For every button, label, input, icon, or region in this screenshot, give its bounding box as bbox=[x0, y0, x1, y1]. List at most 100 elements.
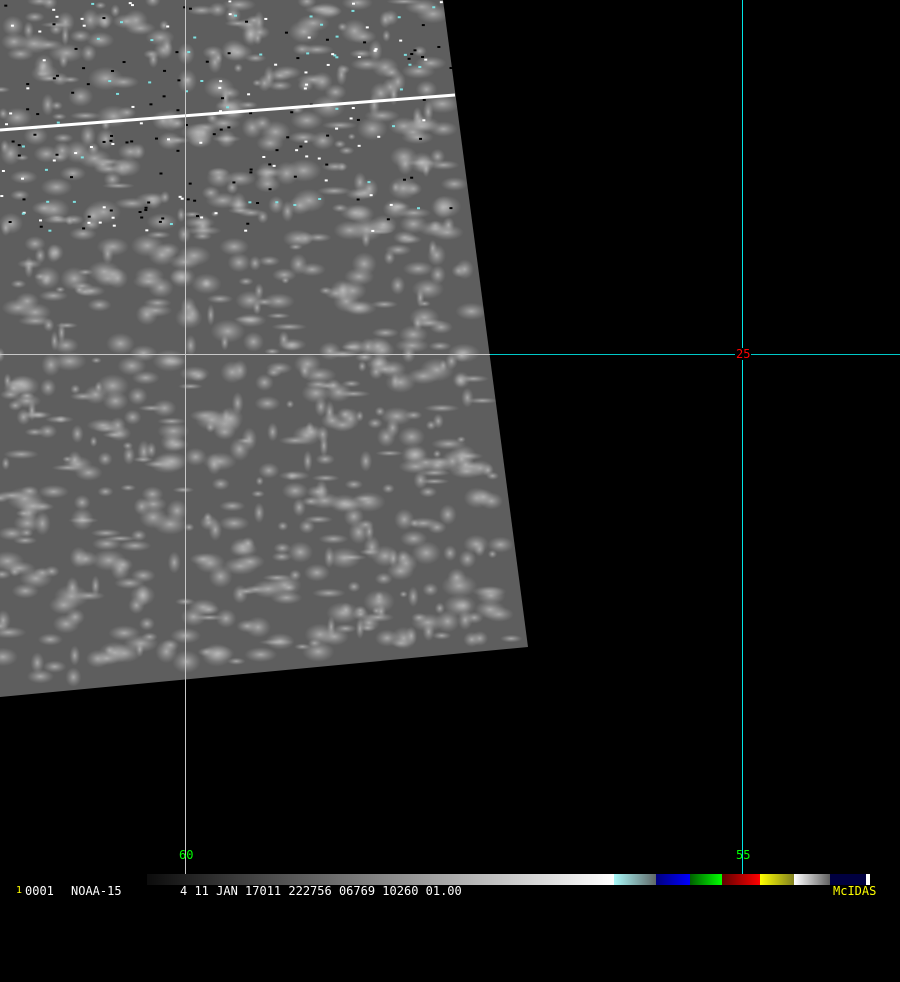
cloud bbox=[24, 11, 45, 23]
cloud bbox=[406, 368, 440, 385]
noise-pixel bbox=[74, 152, 78, 155]
noise-pixel bbox=[403, 53, 407, 56]
cloud bbox=[69, 111, 102, 120]
cloud bbox=[248, 255, 262, 271]
noise-pixel bbox=[244, 229, 248, 232]
cloud bbox=[268, 69, 292, 82]
cloud bbox=[337, 162, 348, 172]
cloud bbox=[10, 189, 30, 201]
noise-pixel bbox=[245, 20, 249, 23]
cloud bbox=[359, 450, 373, 472]
noise-pixel bbox=[39, 225, 43, 228]
noise-pixel bbox=[48, 229, 52, 232]
noise-pixel bbox=[111, 69, 115, 72]
noise-pixel bbox=[317, 157, 321, 160]
cloud bbox=[311, 588, 346, 598]
longitude-label-55: 55 bbox=[736, 848, 751, 862]
cloud bbox=[177, 42, 195, 65]
cloud bbox=[206, 167, 232, 188]
noise-pixel bbox=[10, 24, 14, 27]
cloud bbox=[20, 485, 39, 497]
cloud bbox=[244, 53, 267, 63]
noise-pixel bbox=[422, 98, 426, 101]
noise-pixel bbox=[205, 60, 209, 63]
cloud bbox=[281, 276, 290, 284]
noise-pixel bbox=[304, 71, 308, 74]
cloud bbox=[73, 550, 99, 568]
noise-pixel bbox=[144, 206, 148, 209]
noise-pixel bbox=[87, 215, 91, 218]
noise-pixel bbox=[421, 24, 425, 27]
cloud bbox=[314, 396, 328, 417]
cloud bbox=[315, 453, 335, 465]
noise-pixel bbox=[125, 141, 129, 144]
satellite-name: NOAA-15 bbox=[71, 884, 122, 898]
noise-pixel bbox=[351, 9, 355, 12]
noise-pixel bbox=[36, 113, 40, 116]
cloud bbox=[27, 399, 37, 422]
cloud bbox=[406, 517, 441, 530]
cloud bbox=[225, 6, 242, 25]
cloud bbox=[287, 541, 314, 563]
cloud bbox=[157, 131, 182, 150]
cloud bbox=[325, 378, 341, 392]
cloud bbox=[19, 568, 53, 589]
noise-pixel bbox=[357, 144, 361, 147]
cloud bbox=[24, 427, 45, 437]
cloud bbox=[3, 449, 39, 460]
noise-pixel bbox=[335, 127, 339, 130]
cloud bbox=[10, 170, 38, 184]
cloud bbox=[348, 520, 370, 545]
cloud bbox=[331, 203, 349, 213]
noise-pixel bbox=[249, 171, 253, 174]
noise-pixel bbox=[449, 207, 453, 210]
cloud bbox=[252, 300, 262, 315]
cloud bbox=[71, 424, 84, 444]
cloud bbox=[102, 182, 135, 189]
noise-pixel bbox=[144, 209, 148, 212]
noise-pixel bbox=[218, 86, 222, 89]
noise-pixel bbox=[22, 198, 26, 201]
noise-pixel bbox=[232, 181, 236, 184]
cloud bbox=[135, 303, 158, 326]
noise-pixel bbox=[264, 17, 268, 20]
noise-pixel bbox=[299, 145, 303, 148]
noise-pixel bbox=[272, 164, 276, 167]
noise-pixel bbox=[110, 134, 114, 137]
noise-pixel bbox=[111, 143, 115, 146]
cloud bbox=[241, 536, 255, 550]
cloud bbox=[55, 322, 79, 329]
noise-pixel bbox=[318, 197, 322, 200]
cloud bbox=[418, 486, 438, 498]
latitude-line-25-cyan bbox=[490, 354, 900, 355]
cloud bbox=[303, 563, 330, 582]
cloud bbox=[67, 450, 82, 470]
noise-pixel bbox=[247, 93, 251, 96]
noise-pixel bbox=[195, 215, 199, 218]
cloud bbox=[430, 148, 446, 165]
noise-pixel bbox=[275, 149, 279, 152]
cloud bbox=[236, 619, 258, 633]
cloud bbox=[251, 490, 265, 498]
cloud bbox=[206, 303, 215, 326]
cloud bbox=[371, 327, 400, 338]
noise-pixel bbox=[26, 108, 30, 111]
noise-pixel bbox=[256, 202, 260, 205]
longitude-label-60: 60 bbox=[179, 848, 194, 862]
noise-pixel bbox=[304, 140, 308, 143]
cloud bbox=[356, 116, 388, 141]
cloud bbox=[13, 536, 38, 545]
noise-pixel bbox=[52, 23, 56, 26]
noise-pixel bbox=[356, 198, 360, 201]
cloud bbox=[175, 306, 203, 329]
cloud bbox=[399, 590, 408, 598]
noise-pixel bbox=[131, 105, 135, 108]
noise-pixel bbox=[351, 107, 355, 110]
cloud bbox=[218, 515, 250, 531]
cloud bbox=[146, 441, 157, 459]
noise-pixel bbox=[413, 49, 417, 52]
longitude-line-55 bbox=[742, 0, 743, 876]
cloud bbox=[374, 406, 386, 417]
noise-pixel bbox=[177, 79, 181, 82]
cloud bbox=[262, 574, 292, 582]
